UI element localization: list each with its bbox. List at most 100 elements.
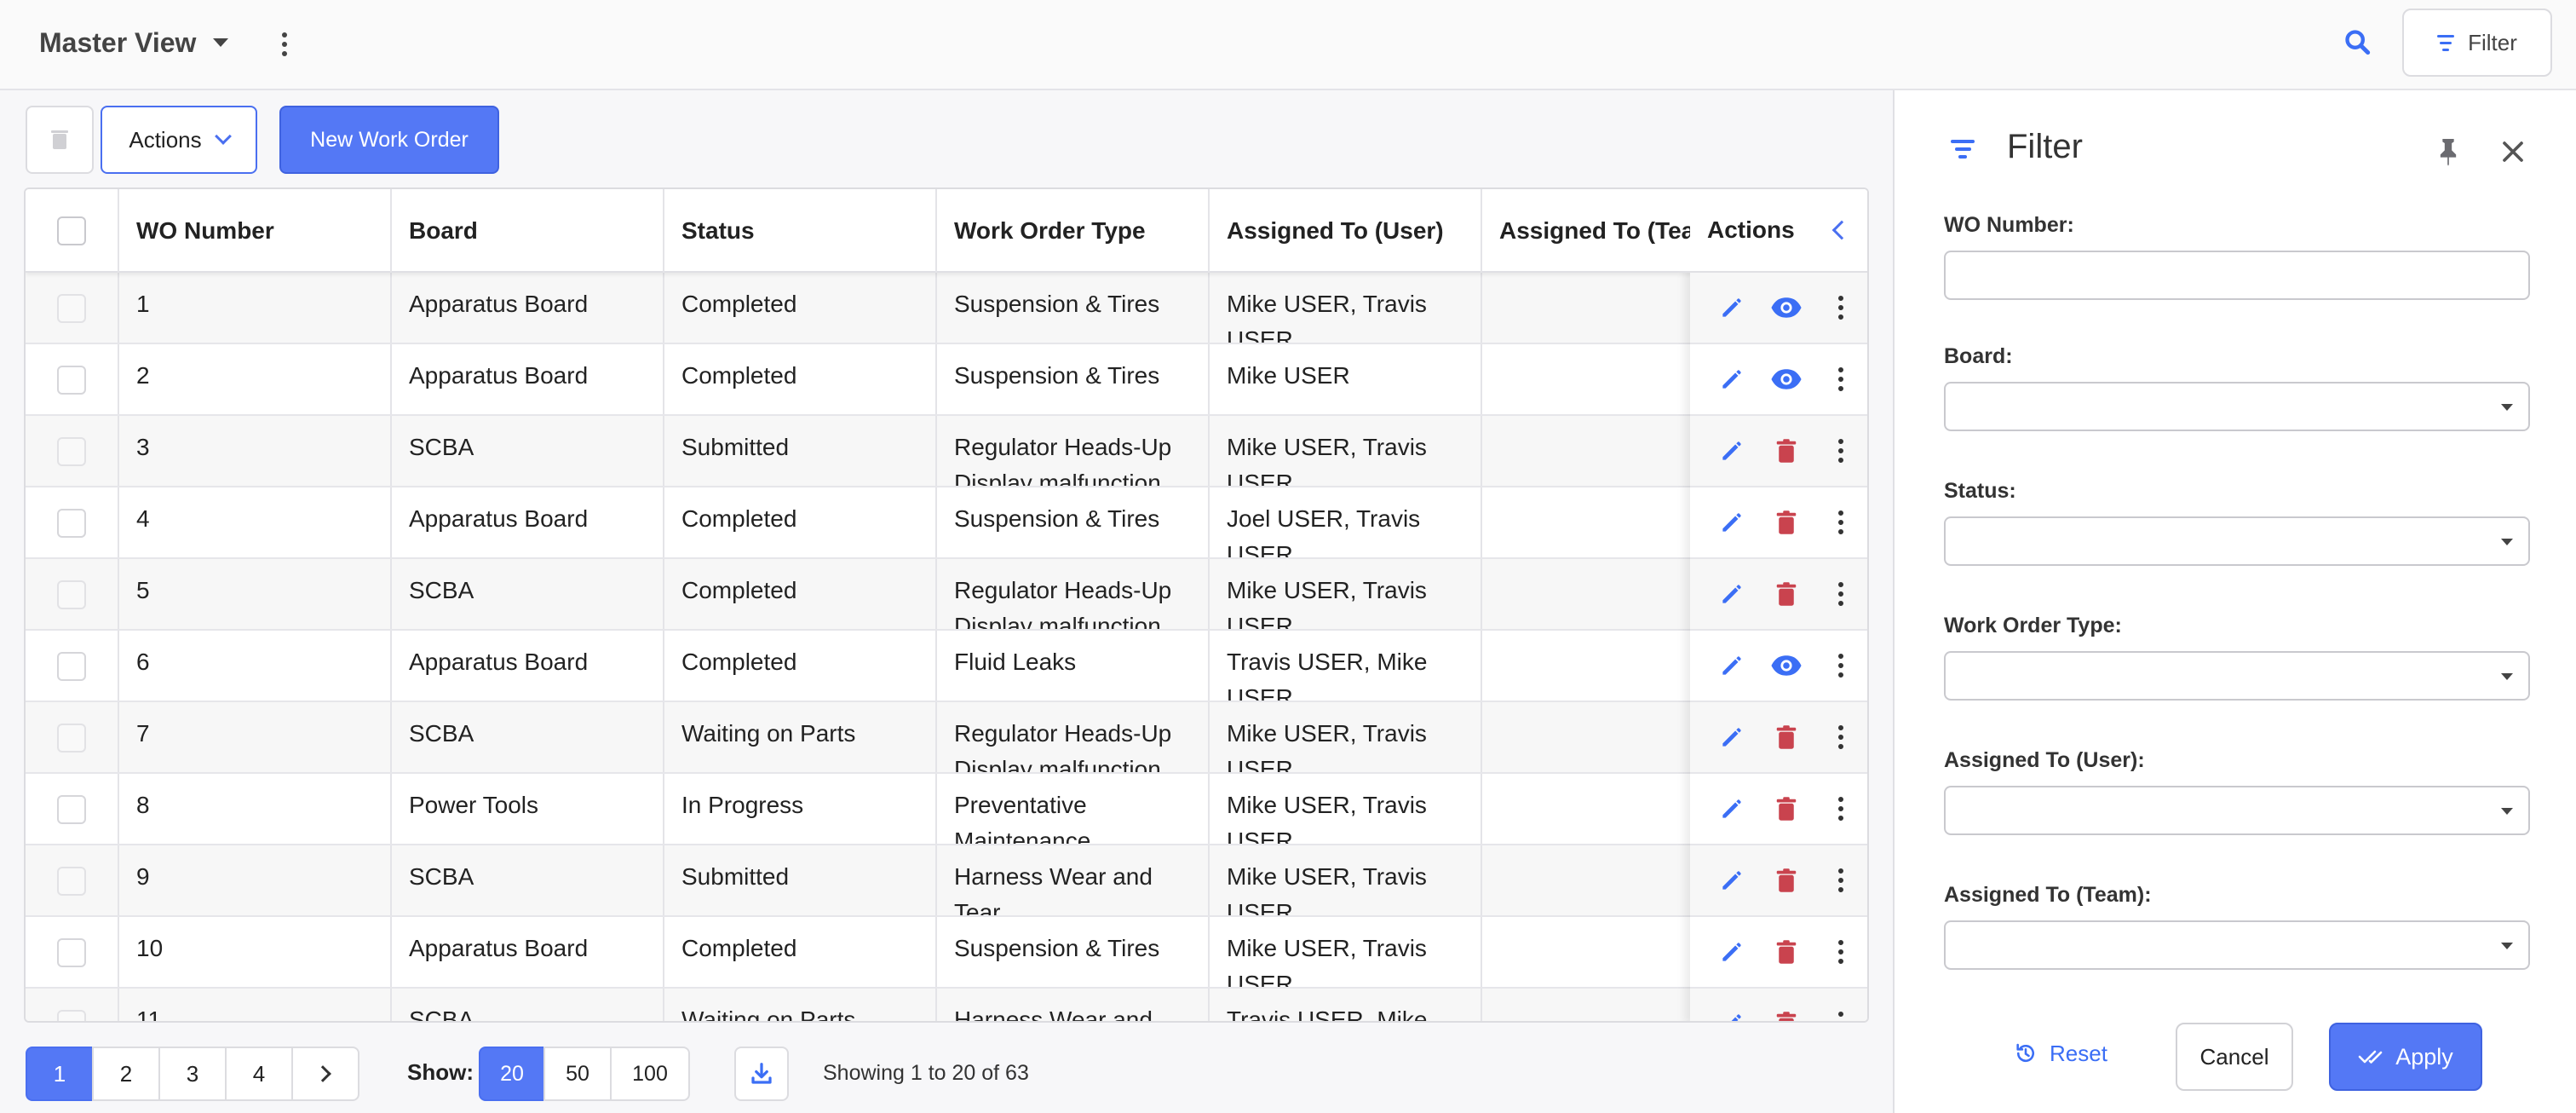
edit-icon[interactable] bbox=[1716, 435, 1748, 467]
table-row[interactable]: 10 Apparatus Board Completed Suspension & T… bbox=[26, 917, 1867, 989]
edit-icon[interactable] bbox=[1716, 721, 1748, 753]
row-more-icon[interactable] bbox=[1825, 435, 1857, 467]
edit-icon[interactable] bbox=[1716, 506, 1748, 539]
more-options-icon[interactable] bbox=[274, 29, 295, 60]
row-checkbox[interactable] bbox=[57, 795, 86, 824]
select-all-checkbox[interactable] bbox=[57, 216, 86, 245]
row-more-icon[interactable] bbox=[1825, 721, 1857, 753]
table-row[interactable]: 2 Apparatus Board Completed Suspension & Ti… bbox=[26, 344, 1867, 416]
table-row[interactable]: 9 SCBA Submitted Harness Wear and Tear Mike … bbox=[26, 845, 1867, 917]
delete-icon[interactable] bbox=[1770, 721, 1803, 753]
cell-board: SCBA bbox=[392, 559, 664, 629]
row-checkbox[interactable] bbox=[57, 1010, 86, 1021]
row-checkbox[interactable] bbox=[57, 580, 86, 609]
filter-label-assigned-team: Assigned To (Team): bbox=[1944, 883, 2152, 907]
page-button-2[interactable]: 2 bbox=[92, 1047, 160, 1101]
row-more-icon[interactable] bbox=[1825, 578, 1857, 610]
page-button-3[interactable]: 3 bbox=[158, 1047, 227, 1101]
row-checkbox[interactable] bbox=[57, 938, 86, 967]
edit-icon[interactable] bbox=[1716, 864, 1748, 897]
edit-icon[interactable] bbox=[1716, 578, 1748, 610]
table-row[interactable]: 1 Apparatus Board Completed Suspension & Ti… bbox=[26, 273, 1867, 344]
column-header-wo-number[interactable]: WO Number bbox=[119, 189, 392, 273]
page-button-4[interactable]: 4 bbox=[225, 1047, 293, 1101]
filter-toggle-button[interactable]: Filter bbox=[2402, 9, 2552, 77]
new-work-order-button[interactable]: New Work Order bbox=[279, 106, 499, 174]
bulk-delete-button[interactable] bbox=[26, 106, 94, 174]
delete-icon[interactable] bbox=[1770, 936, 1803, 968]
page-button-1[interactable]: 1 bbox=[26, 1047, 94, 1101]
table-row[interactable]: 11 SCBA Waiting on Parts Harness Wear and T… bbox=[26, 989, 1867, 1021]
reset-button[interactable]: Reset bbox=[2014, 1028, 2107, 1079]
row-more-icon[interactable] bbox=[1825, 363, 1857, 395]
view-icon[interactable] bbox=[1770, 291, 1803, 324]
table-row[interactable]: 5 SCBA Completed Regulator Heads-Up Display… bbox=[26, 559, 1867, 631]
edit-icon[interactable] bbox=[1716, 291, 1748, 324]
row-more-icon[interactable] bbox=[1825, 649, 1857, 682]
row-checkbox[interactable] bbox=[57, 294, 86, 323]
delete-icon[interactable] bbox=[1770, 864, 1803, 897]
filter-input-wo-number[interactable] bbox=[1944, 251, 2530, 300]
cell-work-order-type: Suspension & Tires bbox=[937, 344, 1210, 414]
row-checkbox[interactable] bbox=[57, 437, 86, 466]
row-more-icon[interactable] bbox=[1825, 793, 1857, 825]
delete-icon[interactable] bbox=[1770, 793, 1803, 825]
row-more-icon[interactable] bbox=[1825, 506, 1857, 539]
row-checkbox[interactable] bbox=[57, 724, 86, 753]
row-more-icon[interactable] bbox=[1825, 864, 1857, 897]
page-size-100[interactable]: 100 bbox=[610, 1047, 690, 1101]
table-row[interactable]: 6 Apparatus Board Completed Fluid Leaks Trav… bbox=[26, 631, 1867, 702]
view-icon[interactable] bbox=[1770, 649, 1803, 682]
edit-icon[interactable] bbox=[1716, 1007, 1748, 1021]
column-header-status[interactable]: Status bbox=[664, 189, 937, 273]
table-row[interactable]: 4 Apparatus Board Completed Suspension & Ti… bbox=[26, 487, 1867, 559]
row-checkbox[interactable] bbox=[57, 509, 86, 538]
apply-button[interactable]: Apply bbox=[2329, 1023, 2482, 1091]
filter-select-assigned-user[interactable] bbox=[1944, 786, 2530, 835]
pin-icon[interactable] bbox=[2431, 135, 2465, 169]
row-more-icon[interactable] bbox=[1825, 936, 1857, 968]
column-header-assigned-user[interactable]: Assigned To (User) bbox=[1210, 189, 1482, 273]
page-size-50[interactable]: 50 bbox=[543, 1047, 612, 1101]
row-checkbox-cell bbox=[26, 344, 119, 414]
edit-icon[interactable] bbox=[1716, 649, 1748, 682]
view-selector[interactable]: Master View bbox=[39, 24, 229, 61]
chevron-left-icon[interactable] bbox=[1831, 220, 1852, 240]
filter-select-status[interactable] bbox=[1944, 516, 2530, 566]
filter-select-work-order-type[interactable] bbox=[1944, 651, 2530, 701]
delete-icon[interactable] bbox=[1770, 1007, 1803, 1021]
delete-icon[interactable] bbox=[1770, 578, 1803, 610]
cancel-button[interactable]: Cancel bbox=[2176, 1023, 2293, 1091]
table-row[interactable]: 8 Power Tools In Progress Preventative Main… bbox=[26, 774, 1867, 845]
edit-icon[interactable] bbox=[1716, 936, 1748, 968]
column-header-work-order-type[interactable]: Work Order Type bbox=[937, 189, 1210, 273]
download-button[interactable] bbox=[734, 1047, 789, 1101]
cell-assigned-user: Travis USER, Mike USER bbox=[1210, 631, 1482, 701]
close-icon[interactable] bbox=[2496, 135, 2530, 169]
column-header-board[interactable]: Board bbox=[392, 189, 664, 273]
page-size-selector: 20 50 100 bbox=[479, 1047, 690, 1101]
row-more-icon[interactable] bbox=[1825, 291, 1857, 324]
row-more-icon[interactable] bbox=[1825, 1007, 1857, 1021]
caret-down-icon bbox=[2501, 943, 2513, 949]
page-size-20[interactable]: 20 bbox=[479, 1047, 545, 1101]
row-checkbox[interactable] bbox=[57, 867, 86, 896]
next-page-button[interactable] bbox=[291, 1047, 359, 1101]
cell-status: Waiting on Parts bbox=[664, 702, 937, 772]
actions-dropdown-button[interactable]: Actions bbox=[101, 106, 257, 174]
table-row[interactable]: 3 SCBA Submitted Regulator Heads-Up Display… bbox=[26, 416, 1867, 487]
cell-board: Apparatus Board bbox=[392, 273, 664, 343]
cell-board: SCBA bbox=[392, 989, 664, 1021]
filter-select-board[interactable] bbox=[1944, 382, 2530, 431]
filter-select-assigned-team[interactable] bbox=[1944, 920, 2530, 970]
delete-icon[interactable] bbox=[1770, 506, 1803, 539]
search-icon[interactable] bbox=[2341, 26, 2375, 60]
table-row[interactable]: 7 SCBA Waiting on Parts Regulator Heads-Up … bbox=[26, 702, 1867, 774]
row-checkbox[interactable] bbox=[57, 652, 86, 681]
view-icon[interactable] bbox=[1770, 363, 1803, 395]
edit-icon[interactable] bbox=[1716, 363, 1748, 395]
row-checkbox[interactable] bbox=[57, 366, 86, 395]
delete-icon[interactable] bbox=[1770, 435, 1803, 467]
cell-wo-number: 1 bbox=[119, 273, 392, 343]
edit-icon[interactable] bbox=[1716, 793, 1748, 825]
